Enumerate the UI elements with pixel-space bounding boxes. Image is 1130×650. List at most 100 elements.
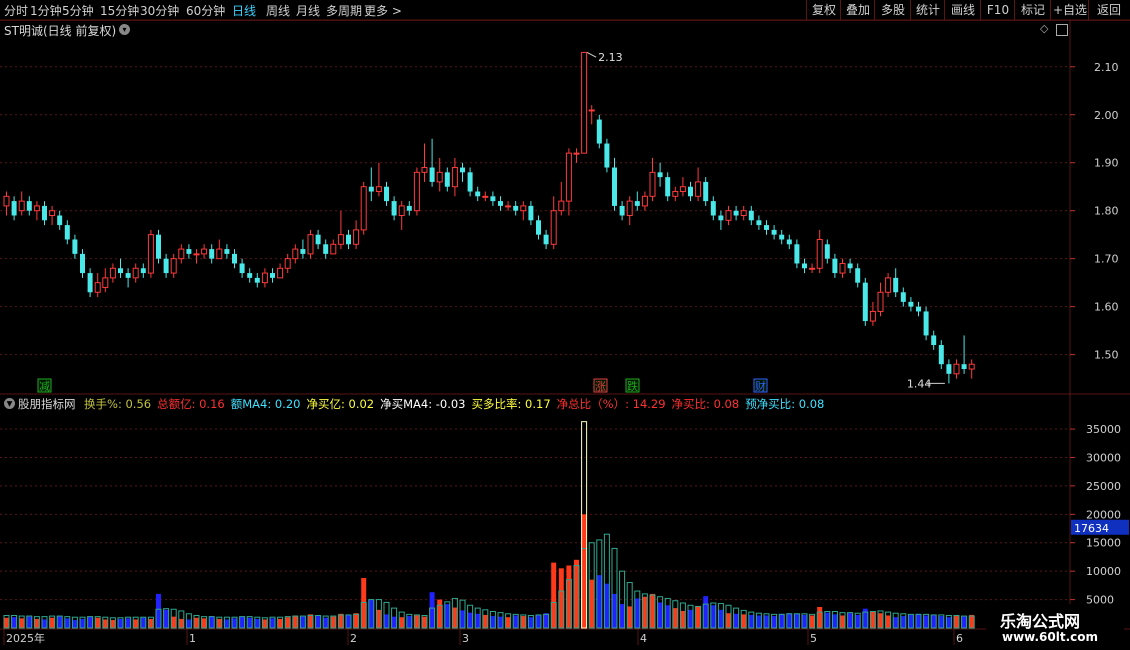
volume-bar bbox=[452, 607, 458, 628]
volume-bar bbox=[710, 605, 716, 628]
volume-bar bbox=[916, 613, 921, 628]
candle-body bbox=[239, 263, 245, 274]
candle-body bbox=[816, 238, 823, 269]
candle-body bbox=[3, 195, 10, 207]
logo-url: www.60lt.com bbox=[1002, 630, 1099, 644]
volume-bar bbox=[11, 617, 17, 628]
volume-tick-label: 15000 bbox=[1086, 537, 1121, 550]
volume-bar bbox=[361, 577, 367, 628]
candle-body bbox=[923, 311, 929, 336]
candle-body bbox=[733, 210, 739, 216]
volume-bar bbox=[42, 619, 47, 628]
candle-body bbox=[147, 234, 154, 274]
candle-body bbox=[475, 191, 481, 197]
candle-body bbox=[11, 201, 17, 216]
volume-bar bbox=[498, 616, 503, 628]
date-label: 4 bbox=[640, 632, 647, 645]
candle-body bbox=[201, 248, 208, 255]
volume-bar bbox=[49, 617, 55, 628]
volume-bar bbox=[634, 598, 640, 628]
candle-body bbox=[565, 152, 572, 202]
candle-body bbox=[193, 253, 200, 256]
date-label: 5 bbox=[810, 632, 817, 645]
date-label: 2 bbox=[350, 632, 357, 645]
candle-body bbox=[520, 205, 527, 212]
candle-body bbox=[360, 186, 367, 231]
volume-bar bbox=[201, 618, 207, 628]
site-logo: 乐淘公式网 www.60lt.com bbox=[986, 604, 1124, 650]
candle-body bbox=[771, 229, 777, 235]
candle-body bbox=[42, 205, 47, 221]
volume-bar bbox=[64, 618, 70, 628]
volume-bar bbox=[277, 618, 283, 628]
volume-tick-label: 30000 bbox=[1086, 451, 1121, 464]
candle-body bbox=[26, 201, 32, 211]
volume-bar bbox=[794, 613, 800, 628]
candle-body bbox=[968, 363, 975, 370]
volume-bar bbox=[186, 619, 192, 628]
price-tick-label: 1.70 bbox=[1094, 253, 1119, 266]
volume-bar bbox=[703, 596, 709, 628]
volume-bar bbox=[764, 615, 769, 628]
candle-body bbox=[832, 258, 838, 274]
volume-bar bbox=[72, 620, 78, 628]
price-tick-label: 1.50 bbox=[1094, 349, 1119, 362]
candle-body bbox=[64, 225, 70, 240]
candle-body bbox=[315, 234, 321, 245]
volume-bar bbox=[566, 565, 572, 628]
volume-bar bbox=[323, 617, 329, 628]
candle-body bbox=[893, 277, 899, 293]
volume-bar bbox=[475, 613, 481, 628]
candle-body bbox=[550, 210, 557, 245]
candle-body bbox=[847, 263, 853, 269]
candle-body bbox=[186, 249, 192, 254]
volume-bar bbox=[536, 614, 541, 628]
volume-bar bbox=[505, 617, 511, 628]
volume-bar bbox=[718, 609, 724, 628]
volume-bar bbox=[680, 610, 686, 628]
candle-body bbox=[908, 301, 914, 307]
volume-bar bbox=[900, 616, 906, 628]
candle-body bbox=[57, 215, 63, 226]
candle-body bbox=[612, 167, 617, 206]
volume-bar bbox=[619, 604, 625, 628]
candle-body bbox=[429, 167, 435, 182]
date-label: 6 bbox=[956, 632, 963, 645]
candle-body bbox=[528, 205, 534, 221]
volume-bar bbox=[847, 613, 853, 628]
volume-bar bbox=[627, 606, 633, 628]
volume-bar bbox=[733, 613, 739, 628]
candle-body bbox=[109, 267, 116, 279]
stock-chart[interactable]: 2.102.001.901.801.701.601.50350003000025… bbox=[0, 0, 1130, 650]
event-tag: 减 bbox=[39, 380, 50, 393]
volume-bar bbox=[422, 616, 427, 628]
candle-body bbox=[649, 171, 656, 197]
candle-body bbox=[270, 273, 275, 278]
candle-body bbox=[513, 205, 519, 211]
volume-bar bbox=[140, 617, 146, 628]
volume-bar bbox=[969, 614, 975, 628]
volume-bar bbox=[885, 615, 891, 628]
candle-body bbox=[156, 234, 161, 259]
volume-bar bbox=[315, 616, 321, 628]
candle-body bbox=[323, 244, 329, 254]
candle-body bbox=[869, 310, 876, 322]
candle-body bbox=[337, 234, 344, 245]
candle-body bbox=[626, 200, 633, 216]
volume-bar bbox=[574, 559, 579, 628]
volume-bar bbox=[840, 615, 845, 628]
candle-body bbox=[18, 200, 25, 212]
volume-bar bbox=[817, 606, 823, 628]
candle-body bbox=[839, 262, 846, 274]
volume-bar bbox=[163, 609, 169, 628]
volume-bar bbox=[224, 619, 230, 628]
candle-body bbox=[398, 205, 405, 217]
candle-body bbox=[436, 171, 443, 183]
volume-bar bbox=[391, 616, 397, 628]
candle-body bbox=[307, 234, 314, 255]
volume-bar bbox=[612, 593, 617, 628]
volume-bar bbox=[26, 616, 32, 628]
candle-body bbox=[725, 210, 732, 221]
volume-bar bbox=[802, 614, 807, 628]
candle-body bbox=[277, 267, 284, 279]
